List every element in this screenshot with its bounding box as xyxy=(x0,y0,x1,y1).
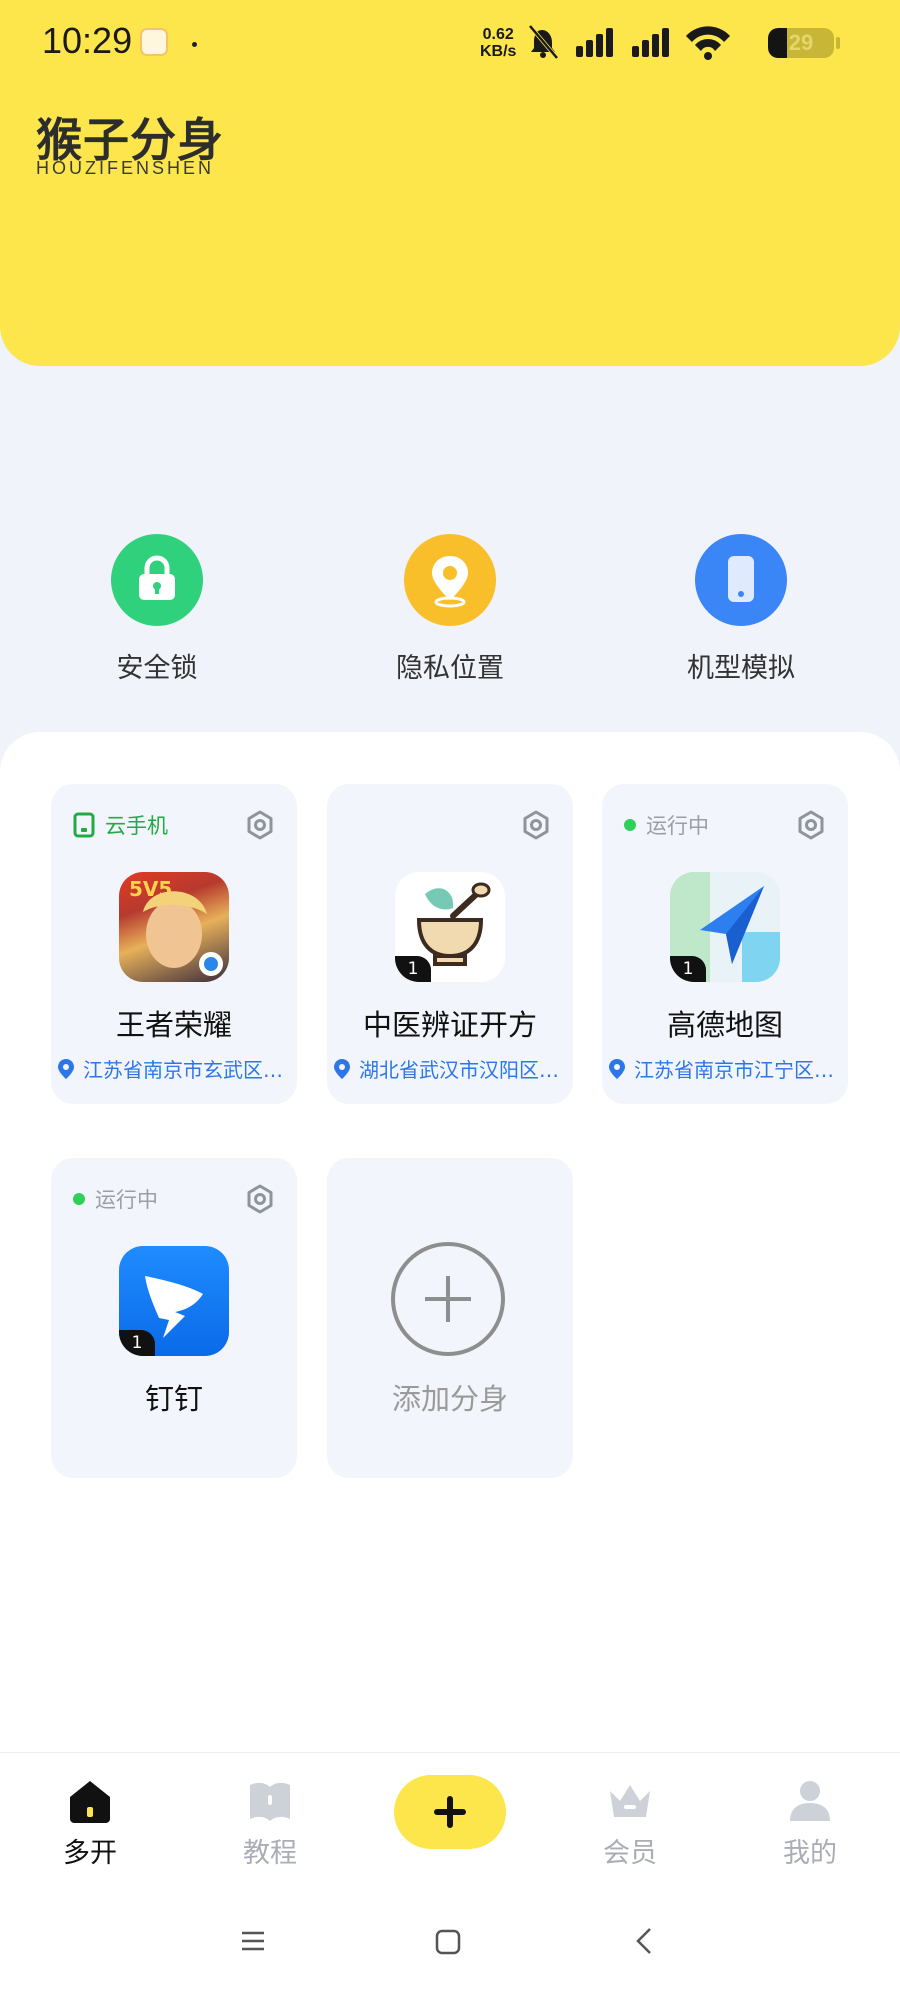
app-location: 江苏省南京市江宁区… xyxy=(606,1054,840,1083)
signal-icon xyxy=(576,28,613,57)
system-nav-bar xyxy=(0,1892,900,2000)
gaode-app-icon: 1 xyxy=(670,872,780,982)
feature-row: 安全锁 隐私位置 机型模拟 xyxy=(0,534,900,694)
status-time: 10:29 xyxy=(42,20,133,61)
nav-label: 会员 xyxy=(603,1838,657,1869)
cloud-phone-icon xyxy=(73,812,95,838)
app-card-zhongyi[interactable]: 1 中医辨证开方 湖北省武汉市汉阳区… xyxy=(327,784,573,1104)
back-icon[interactable] xyxy=(632,1926,656,1956)
settings-icon[interactable] xyxy=(245,810,275,840)
add-clone-card[interactable]: 添加分身 xyxy=(327,1158,573,1478)
clone-count-badge: 1 xyxy=(670,956,706,982)
crown-icon xyxy=(610,1785,650,1817)
silent-bell-icon xyxy=(528,24,559,60)
location-text: 江苏省南京市江宁区… xyxy=(634,1058,834,1082)
nav-label: 多开 xyxy=(63,1838,117,1869)
nav-multi-open[interactable]: 多开 xyxy=(30,1777,150,1870)
settings-icon[interactable] xyxy=(245,1184,275,1214)
app-name: 钉钉 xyxy=(144,1382,203,1416)
app-name: 高德地图 xyxy=(666,1008,783,1042)
clone-count-badge: 1 xyxy=(395,956,431,982)
user-icon xyxy=(790,1781,830,1821)
add-button[interactable] xyxy=(394,1775,506,1849)
settings-icon[interactable] xyxy=(796,810,826,840)
running-tag: 运行中 xyxy=(624,810,709,840)
plus-icon xyxy=(434,1796,466,1828)
feature-label: 隐私位置 xyxy=(396,653,504,684)
nav-label: 我的 xyxy=(783,1838,837,1869)
location-pin-icon xyxy=(404,534,496,626)
dingding-app-icon: 1 xyxy=(119,1246,229,1356)
app-notification-icon xyxy=(140,28,168,56)
running-dot-icon xyxy=(624,819,636,831)
battery-icon: 29 xyxy=(768,28,834,58)
wangzherongyao-app-icon: 5V5 xyxy=(119,872,229,982)
feature-security-lock[interactable]: 安全锁 xyxy=(57,534,257,685)
phone-icon xyxy=(695,534,787,626)
feature-label: 机型模拟 xyxy=(687,653,795,684)
home-icon xyxy=(70,1781,110,1823)
location-pin-icon xyxy=(58,1058,74,1079)
bottom-nav: 多开 教程 会员 我的 xyxy=(0,1752,900,1893)
wifi-icon xyxy=(686,26,730,60)
status-bar: 10:29 0.62 KB/s 29 xyxy=(0,0,900,88)
notification-dot-icon xyxy=(192,42,197,47)
settings-icon[interactable] xyxy=(521,810,551,840)
feature-label: 安全锁 xyxy=(116,653,198,684)
network-speed-value: 0.62 xyxy=(482,26,514,43)
home-square-icon[interactable] xyxy=(434,1928,462,1956)
battery-level: 29 xyxy=(788,30,814,55)
nav-mine[interactable]: 我的 xyxy=(750,1777,870,1870)
clone-count-badge: 1 xyxy=(119,1330,155,1356)
app-name: 中医辨证开方 xyxy=(362,1008,537,1042)
app-location: 江苏省南京市玄武区… xyxy=(55,1054,289,1083)
status-icons xyxy=(528,24,730,60)
network-speed-unit: KB/s xyxy=(480,43,517,60)
running-tag: 运行中 xyxy=(73,1184,158,1214)
feature-device-simulation[interactable]: 机型模拟 xyxy=(641,534,841,685)
tag-label: 运行中 xyxy=(95,1188,158,1212)
location-pin-icon xyxy=(609,1058,625,1079)
book-icon xyxy=(250,1782,290,1821)
nav-member[interactable]: 会员 xyxy=(570,1777,690,1870)
app-card-wangzherongyao[interactable]: 云手机 5V5 王者荣耀 江苏省南京市玄武区… xyxy=(51,784,297,1104)
add-clone-label: 添加分身 xyxy=(391,1382,508,1416)
lock-icon xyxy=(111,534,203,626)
cloud-phone-tag: 云手机 xyxy=(73,810,168,840)
network-speed: 0.62 KB/s xyxy=(480,26,516,60)
menu-icon[interactable] xyxy=(240,1928,266,1954)
app-location: 湖北省武汉市汉阳区… xyxy=(331,1054,565,1083)
app-card-gaodeditu[interactable]: 运行中 1 高德地图 江苏省南京市江宁区… xyxy=(602,784,848,1104)
app-name: 王者荣耀 xyxy=(115,1008,232,1042)
tag-label: 云手机 xyxy=(105,814,168,838)
brand-subtitle: HOUZIFENSHEN xyxy=(36,158,215,178)
location-text: 江苏省南京市玄武区… xyxy=(83,1058,283,1082)
zhongyi-app-icon: 1 xyxy=(395,872,505,982)
battery-cap xyxy=(836,37,840,49)
running-dot-icon xyxy=(73,1193,85,1205)
app-clone-panel: 云手机 5V5 王者荣耀 江苏省南京市玄武区… 1 中医辨证开方 湖北省武汉市汉… xyxy=(0,732,900,1752)
tag-label: 运行中 xyxy=(646,814,709,838)
plus-circle-icon xyxy=(391,1242,505,1356)
header-banner: 10:29 0.62 KB/s 29 猴子分身 HOUZIFENSHEN xyxy=(0,0,900,366)
nav-label: 教程 xyxy=(243,1838,297,1869)
app-card-dingding[interactable]: 运行中 1 钉钉 xyxy=(51,1158,297,1478)
feature-private-location[interactable]: 隐私位置 xyxy=(350,534,550,685)
location-text: 湖北省武汉市汉阳区… xyxy=(359,1058,559,1082)
nav-tutorial[interactable]: 教程 xyxy=(210,1777,330,1870)
signal-icon xyxy=(632,28,669,57)
location-pin-icon xyxy=(334,1058,350,1079)
